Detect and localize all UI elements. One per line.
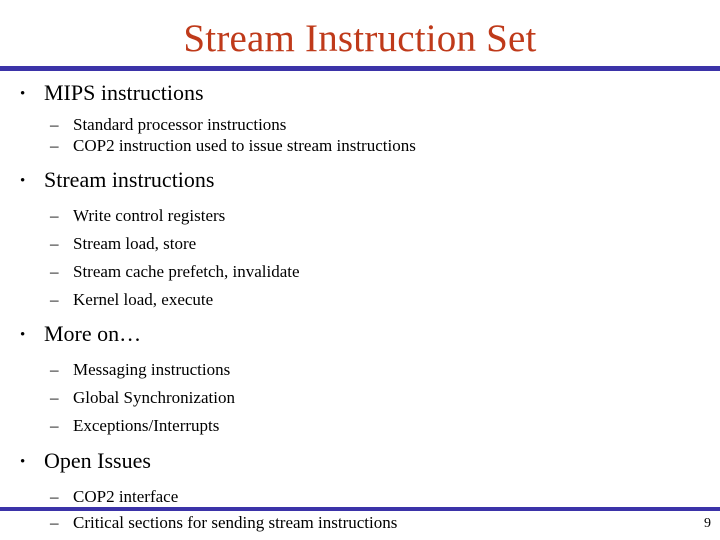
dash-bullet-icon: – (50, 290, 59, 309)
bullet-dot-icon: • (20, 327, 26, 343)
bullet-level2-label: Kernel load, execute (73, 290, 214, 309)
dash-bullet-icon: – (50, 262, 59, 281)
dash-bullet-icon: – (50, 487, 59, 506)
bullet-level2: – Standard processor instructions (0, 114, 720, 135)
bullet-level2-label: Stream cache prefetch, invalidate (73, 262, 300, 281)
dash-bullet-icon: – (50, 115, 59, 134)
sub-bullet-list: – Write control registers – Stream load,… (0, 205, 720, 310)
bullet-level2: – Kernel load, execute (0, 289, 720, 310)
bullet-dot-icon: • (20, 86, 26, 102)
bullet-level2-label: Critical sections for sending stream ins… (73, 513, 398, 532)
bullet-dot-icon: • (20, 173, 26, 189)
bullet-level1-label: More on… (44, 321, 142, 346)
bullet-level1-label: MIPS instructions (44, 80, 204, 105)
dash-bullet-icon: – (50, 360, 59, 379)
bullet-level2-label: Stream load, store (73, 234, 197, 253)
dash-bullet-icon: – (50, 234, 59, 253)
dash-bullet-icon: – (50, 136, 59, 155)
footer-divider-rule (0, 507, 720, 511)
bullet-level1: • MIPS instructions (0, 79, 720, 110)
bullet-level2: – Stream cache prefetch, invalidate (0, 261, 720, 282)
outline-group: • MIPS instructions – Standard processor… (0, 79, 720, 156)
bullet-level1-label: Stream instructions (44, 167, 215, 192)
title-divider-rule (0, 66, 720, 71)
bullet-level2: – COP2 instruction used to issue stream … (0, 135, 720, 156)
title-area: Stream Instruction Set (0, 14, 720, 64)
sub-bullet-list: – Messaging instructions – Global Synchr… (0, 359, 720, 436)
page-number: 9 (704, 516, 711, 531)
page-title: Stream Instruction Set (183, 17, 537, 60)
bullet-level1: • Open Issues (0, 447, 720, 478)
bullet-level2-label: COP2 instruction used to issue stream in… (73, 136, 416, 155)
bullet-level2-label: Messaging instructions (73, 360, 231, 379)
bullet-level2: – Critical sections for sending stream i… (0, 512, 720, 533)
dash-bullet-icon: – (50, 416, 59, 435)
bullet-level2-label: Exceptions/Interrupts (73, 416, 220, 435)
bullet-level2-label: Standard processor instructions (73, 115, 287, 134)
bullet-level1: • More on… (0, 320, 720, 351)
outline-group: • More on… – Messaging instructions – Gl… (0, 320, 720, 436)
dash-bullet-icon: – (50, 513, 59, 532)
bullet-level2-label: Global Synchronization (73, 388, 235, 407)
bullet-level2: – Messaging instructions (0, 359, 720, 380)
outline-group: • Stream instructions – Write control re… (0, 166, 720, 310)
bullet-level2-label: Write control registers (73, 206, 226, 225)
bullet-level2-label: COP2 interface (73, 487, 179, 506)
outline-body: • MIPS instructions – Standard processor… (0, 78, 720, 532)
bullet-level2: – COP2 interface (0, 486, 720, 507)
bullet-level1: • Stream instructions (0, 166, 720, 197)
slide: Stream Instruction Set • MIPS instructio… (0, 0, 720, 540)
outline-group: • Open Issues – COP2 interface – Critica… (0, 447, 720, 533)
dash-bullet-icon: – (50, 388, 59, 407)
bullet-dot-icon: • (20, 454, 26, 470)
dash-bullet-icon: – (50, 206, 59, 225)
bullet-level2: – Stream load, store (0, 233, 720, 254)
bullet-level2: – Write control registers (0, 205, 720, 226)
bullet-level2: – Exceptions/Interrupts (0, 415, 720, 436)
bullet-level1-label: Open Issues (44, 448, 151, 473)
sub-bullet-list: – Standard processor instructions – COP2… (0, 114, 720, 156)
bullet-level2: – Global Synchronization (0, 387, 720, 408)
